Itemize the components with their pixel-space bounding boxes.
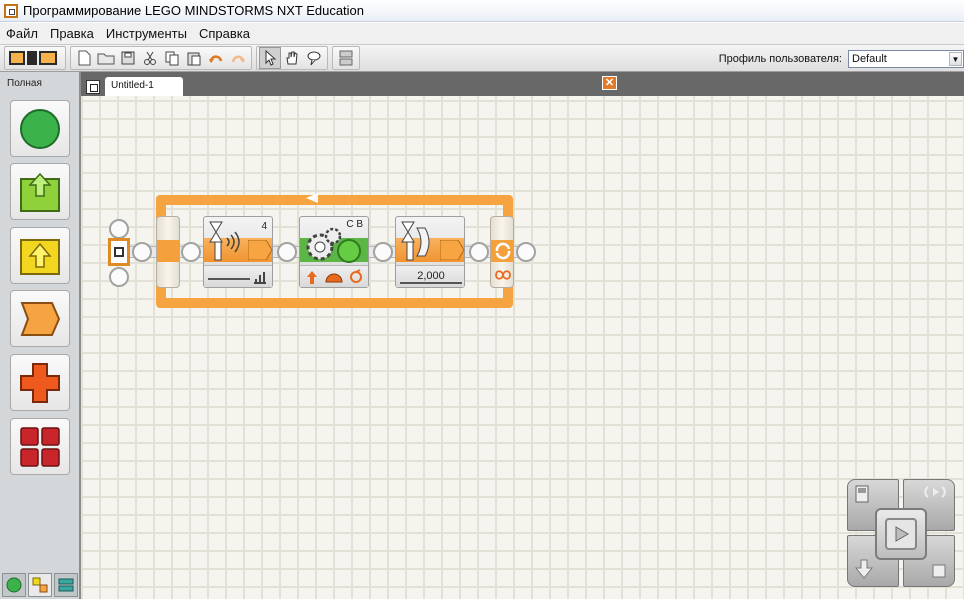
start-connector-top[interactable] xyxy=(109,219,129,239)
nxt-brick-icon xyxy=(855,485,869,503)
download-arrow-icon xyxy=(854,559,874,579)
loop-end-cap[interactable] xyxy=(490,216,514,288)
window-title: Программирование LEGO MINDSTORMS NXT Edu… xyxy=(23,3,365,18)
time-wait-block[interactable]: 2,000 xyxy=(395,216,465,288)
sequence-connector-end[interactable] xyxy=(516,242,536,262)
app-icon xyxy=(4,3,18,18)
rotation-icon xyxy=(350,269,362,283)
copy-icon[interactable] xyxy=(161,47,183,69)
data-palette-button[interactable] xyxy=(10,354,70,411)
menu-edit[interactable]: Правка xyxy=(44,23,100,44)
program-canvas[interactable] xyxy=(81,96,964,599)
document-tab-bar: Untitled-1 ✕ xyxy=(81,72,964,96)
play-icon xyxy=(895,526,909,542)
sound-level-icon xyxy=(254,272,266,284)
palette-tools-group xyxy=(332,46,360,70)
new-file-icon[interactable] xyxy=(73,47,95,69)
loop-refresh-icon xyxy=(495,242,511,260)
hub-port-shape xyxy=(248,240,273,260)
start-point[interactable] xyxy=(108,238,130,266)
redo-icon[interactable] xyxy=(227,47,249,69)
nxt-window-group xyxy=(4,46,66,70)
block-stack-icon xyxy=(32,577,48,593)
profile-value: Default xyxy=(852,53,887,65)
tools-group xyxy=(256,46,328,70)
direction-up-icon xyxy=(307,271,317,284)
power-gauge-icon xyxy=(325,273,343,283)
action-upload-icon xyxy=(20,172,60,212)
hourglass-sound-icon xyxy=(209,221,240,261)
profile-select[interactable]: Default ▼ xyxy=(848,50,964,68)
sensor-palette-button[interactable] xyxy=(10,227,70,284)
green-circle-icon xyxy=(20,108,60,149)
menu-file[interactable]: Файл xyxy=(0,23,44,44)
sequence-connector-5[interactable] xyxy=(469,242,489,262)
menu-help[interactable]: Справка xyxy=(193,23,256,44)
common-tab[interactable] xyxy=(2,573,26,597)
motor-ports-label: C B xyxy=(346,219,363,230)
undo-icon[interactable] xyxy=(205,47,227,69)
paste-icon[interactable] xyxy=(183,47,205,69)
infinity-icon xyxy=(495,270,511,280)
motor-circle-icon xyxy=(337,239,361,263)
palette-title: Полная xyxy=(7,78,42,89)
data-cross-icon xyxy=(20,362,60,403)
tab-untitled[interactable]: Untitled-1 xyxy=(105,77,183,96)
user-profile: Профиль пользователя: Default ▼ xyxy=(719,45,964,73)
block-palette: Полная xyxy=(0,72,81,599)
pointer-icon[interactable] xyxy=(259,47,281,69)
loop-arrow-icon xyxy=(306,193,318,203)
file-edit-group xyxy=(70,46,252,70)
sequence-connector-1[interactable] xyxy=(132,242,152,262)
run-selected-icon xyxy=(924,486,946,498)
palette-tabs xyxy=(2,573,78,597)
comment-icon[interactable] xyxy=(303,47,325,69)
pan-hand-icon[interactable] xyxy=(281,47,303,69)
nxt-controller xyxy=(847,479,957,589)
stop-icon xyxy=(932,564,946,578)
complete-tab[interactable] xyxy=(28,573,52,597)
sequence-connector-3[interactable] xyxy=(277,242,297,262)
profile-label: Профиль пользователя: xyxy=(718,53,842,65)
start-connector-bottom[interactable] xyxy=(109,267,129,287)
document-icon xyxy=(86,80,100,94)
sequence-connector-2[interactable] xyxy=(181,242,201,262)
open-folder-icon[interactable] xyxy=(95,47,117,69)
flow-shape-icon xyxy=(20,301,61,336)
toolbar: Профиль пользователя: Default ▼ xyxy=(0,44,964,72)
action-palette-button[interactable] xyxy=(10,163,70,220)
custom-palette-icon[interactable] xyxy=(335,47,357,69)
custom-bars-icon xyxy=(58,578,74,592)
loop-start-cap[interactable] xyxy=(156,216,180,288)
hub-port-shape xyxy=(440,240,465,260)
sequence-connector-4[interactable] xyxy=(373,242,393,262)
menu-bar: Файл Правка Инструменты Справка xyxy=(0,23,964,44)
sensor-arrow-icon xyxy=(20,238,60,275)
custom-tab[interactable] xyxy=(54,573,78,597)
menu-tools[interactable]: Инструменты xyxy=(100,23,193,44)
hourglass-clock-icon xyxy=(401,221,430,261)
nxt-window-icon[interactable] xyxy=(7,47,63,69)
close-icon[interactable]: ✕ xyxy=(602,76,617,90)
wait-time-value: 2,000 xyxy=(400,270,462,284)
advanced-palette-button[interactable] xyxy=(10,418,70,475)
chevron-down-icon[interactable]: ▼ xyxy=(949,52,962,66)
advanced-grid-icon xyxy=(20,426,60,467)
sound-port-label: 4 xyxy=(261,221,267,232)
flow-palette-button[interactable] xyxy=(10,290,70,347)
save-icon[interactable] xyxy=(117,47,139,69)
move-block[interactable]: C B xyxy=(299,216,369,288)
green-circle-icon xyxy=(6,577,22,593)
cut-icon[interactable] xyxy=(139,47,161,69)
common-palette-button[interactable] xyxy=(10,100,70,157)
download-and-run-button[interactable] xyxy=(875,508,927,560)
title-bar: Программирование LEGO MINDSTORMS NXT Edu… xyxy=(0,0,964,22)
sound-wait-block[interactable]: 4 xyxy=(203,216,273,288)
